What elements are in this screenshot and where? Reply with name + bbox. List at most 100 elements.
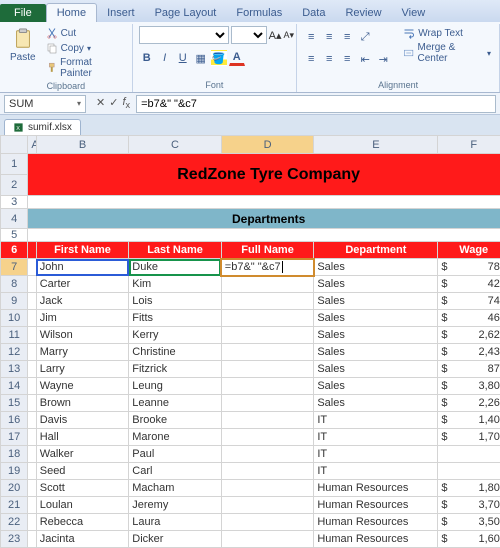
cell-dept[interactable]: Sales — [314, 276, 438, 293]
indent-inc-button[interactable]: ⇥ — [375, 51, 391, 67]
cell-wage[interactable]: $787 — [438, 259, 500, 276]
row-17[interactable]: 17 — [1, 429, 28, 446]
merge-center-button[interactable]: Merge & Center ▾ — [401, 41, 493, 65]
workbook-tab[interactable]: X sumif.xlsx — [4, 119, 81, 135]
cell-full[interactable] — [221, 395, 314, 412]
cell-first[interactable]: Larry — [36, 361, 129, 378]
cell-full[interactable] — [221, 378, 314, 395]
row-15[interactable]: 15 — [1, 395, 28, 412]
row-12[interactable]: 12 — [1, 344, 28, 361]
cell-first[interactable]: Jim — [36, 310, 129, 327]
cell-first[interactable]: Carter — [36, 276, 129, 293]
cell-wage[interactable]: $3,500 — [438, 514, 500, 531]
cell-dept[interactable]: Sales — [314, 378, 438, 395]
copy-button[interactable]: Copy ▾ — [44, 41, 126, 55]
spreadsheet-table[interactable]: A B C D E F 1RedZone Tyre Company 2 3 4D… — [0, 135, 500, 548]
cell-full[interactable] — [221, 446, 314, 463]
row-16[interactable]: 16 — [1, 412, 28, 429]
cell-wage[interactable]: $1,800 — [438, 480, 500, 497]
align-right-button[interactable]: ≡ — [339, 51, 355, 67]
row-23[interactable]: 23 — [1, 531, 28, 548]
cell-dept[interactable]: Sales — [314, 361, 438, 378]
cut-button[interactable]: Cut — [44, 26, 126, 40]
underline-button[interactable]: U — [175, 50, 191, 66]
hdr-last[interactable]: Last Name — [129, 242, 222, 259]
paste-button[interactable]: Paste — [6, 26, 40, 65]
align-top-button[interactable]: ≡ — [303, 29, 319, 45]
cell-dept[interactable]: Sales — [314, 344, 438, 361]
italic-button[interactable]: I — [157, 50, 173, 66]
cell-dept[interactable]: Sales — [314, 395, 438, 412]
col-B[interactable]: B — [36, 136, 129, 154]
cell-full[interactable] — [221, 412, 314, 429]
row-9[interactable]: 9 — [1, 293, 28, 310]
cell-full[interactable] — [221, 344, 314, 361]
cell-last[interactable]: Laura — [129, 514, 222, 531]
cell-first[interactable]: Jack — [36, 293, 129, 310]
name-box[interactable]: SUM▾ — [4, 95, 86, 113]
cell-dept[interactable]: IT — [314, 412, 438, 429]
cell-last[interactable]: Christine — [129, 344, 222, 361]
cell-full[interactable] — [221, 514, 314, 531]
row-19[interactable]: 19 — [1, 463, 28, 480]
font-size-select[interactable] — [231, 26, 267, 44]
cell-full[interactable] — [221, 276, 314, 293]
tab-page-layout[interactable]: Page Layout — [145, 4, 227, 22]
row-6[interactable]: 6 — [1, 242, 28, 259]
cell-wage[interactable]: $468 — [438, 310, 500, 327]
cell-wage[interactable]: $1,400 — [438, 412, 500, 429]
cell-wage[interactable]: $749 — [438, 293, 500, 310]
formula-input[interactable] — [136, 95, 496, 113]
cell-wage[interactable]: $3,805 — [438, 378, 500, 395]
cell-full[interactable] — [221, 531, 314, 548]
hdr-wage[interactable]: Wage — [438, 242, 500, 259]
align-bottom-button[interactable]: ≡ — [339, 29, 355, 45]
tab-data[interactable]: Data — [292, 4, 335, 22]
wrap-text-button[interactable]: Wrap Text — [401, 26, 493, 40]
tab-formulas[interactable]: Formulas — [226, 4, 292, 22]
cell-first[interactable]: Marry — [36, 344, 129, 361]
cell-last[interactable]: Brooke — [129, 412, 222, 429]
tab-insert[interactable]: Insert — [97, 4, 145, 22]
indent-dec-button[interactable]: ⇤ — [357, 51, 373, 67]
enter-formula-button[interactable]: ✓ — [109, 96, 118, 110]
cell-full[interactable] — [221, 293, 314, 310]
cell-last[interactable]: Leanne — [129, 395, 222, 412]
cell-full[interactable] — [221, 327, 314, 344]
hdr-full[interactable]: Full Name — [221, 242, 314, 259]
cell-wage[interactable]: $3,700 — [438, 497, 500, 514]
cell-wage[interactable]: $878 — [438, 361, 500, 378]
fill-color-button[interactable]: 🪣 — [211, 50, 227, 66]
row-22[interactable]: 22 — [1, 514, 28, 531]
align-center-button[interactable]: ≡ — [321, 51, 337, 67]
col-F[interactable]: F — [438, 136, 500, 154]
cell-last[interactable]: Lois — [129, 293, 222, 310]
cell-full[interactable] — [221, 480, 314, 497]
row-2[interactable]: 2 — [1, 175, 28, 196]
row-4[interactable]: 4 — [1, 209, 28, 229]
cell-dept[interactable]: IT — [314, 463, 438, 480]
cell-last[interactable]: Jeremy — [129, 497, 222, 514]
grow-font-icon[interactable]: A▴ — [269, 29, 282, 42]
cell-full[interactable] — [221, 361, 314, 378]
cell-dept[interactable]: Human Resources — [314, 531, 438, 548]
cell-first[interactable]: Seed — [36, 463, 129, 480]
cell-full[interactable] — [221, 310, 314, 327]
cell-wage[interactable] — [438, 446, 500, 463]
row-5[interactable]: 5 — [1, 229, 28, 242]
cell-first[interactable]: Brown — [36, 395, 129, 412]
col-D[interactable]: D — [221, 136, 314, 154]
tab-view[interactable]: View — [392, 4, 436, 22]
col-E[interactable]: E — [314, 136, 438, 154]
border-button[interactable]: ▦ — [193, 50, 209, 66]
row-3[interactable]: 3 — [1, 196, 28, 209]
cell-full[interactable]: =b7&" "&c7 — [221, 259, 314, 276]
cell-dept[interactable]: Sales — [314, 310, 438, 327]
cell-wage[interactable]: $1,700 — [438, 429, 500, 446]
cell-first[interactable]: Davis — [36, 412, 129, 429]
row-13[interactable]: 13 — [1, 361, 28, 378]
cell-dept[interactable]: Sales — [314, 327, 438, 344]
cell-full[interactable] — [221, 463, 314, 480]
row-14[interactable]: 14 — [1, 378, 28, 395]
cell-last[interactable]: Leung — [129, 378, 222, 395]
